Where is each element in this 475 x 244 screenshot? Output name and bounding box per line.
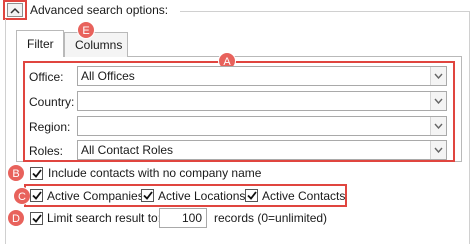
tab-columns[interactable]: Columns [64,32,128,57]
roles-select-value: All Contact Roles [81,143,174,157]
chevron-up-icon [7,3,23,17]
active-companies-checkbox[interactable] [30,189,43,202]
active-contacts-label: Active Contacts [262,189,346,203]
limit-results-suffix: records (0=unlimited) [214,211,328,225]
chevron-down-icon[interactable] [430,92,446,110]
country-select[interactable] [77,91,447,111]
active-locations-checkbox[interactable] [141,189,154,202]
checkmark-icon [31,169,42,178]
roles-select[interactable]: All Contact Roles [77,140,447,160]
checkmark-icon [142,191,153,200]
roles-label: Roles: [29,144,64,158]
tab-filter[interactable]: Filter [16,30,64,57]
marker-b: B [7,164,25,182]
office-label: Office: [29,70,64,84]
chevron-down-icon[interactable] [430,117,446,135]
office-select[interactable]: All Offices [77,66,447,86]
checkmark-icon [246,191,257,200]
checkmark-icon [31,191,42,200]
include-no-company-checkbox[interactable] [30,167,43,180]
active-companies-label: Active Companies [47,189,144,203]
limit-results-label: Limit search result to: [47,211,162,225]
group-border-left [5,19,6,244]
chevron-down-icon[interactable] [430,141,446,159]
region-label: Region: [29,120,71,134]
marker-d: D [7,209,25,227]
advanced-search-label: Advanced search options: [30,3,169,17]
checkmark-icon [31,214,42,223]
office-select-value: All Offices [81,69,135,83]
include-no-company-label: Include contacts with no company name [48,166,262,180]
marker-c: C [13,187,31,205]
group-divider [180,11,469,12]
marker-e: E [77,21,95,39]
limit-results-input[interactable]: 100 [159,208,207,228]
region-select[interactable] [77,116,447,136]
active-contacts-checkbox[interactable] [245,189,258,202]
active-locations-label: Active Locations [158,189,246,203]
group-border-right [469,11,470,244]
chevron-down-icon[interactable] [430,67,446,85]
limit-results-checkbox[interactable] [30,212,43,225]
country-label: Country: [29,95,75,109]
collapse-toggle-button[interactable] [3,0,27,20]
